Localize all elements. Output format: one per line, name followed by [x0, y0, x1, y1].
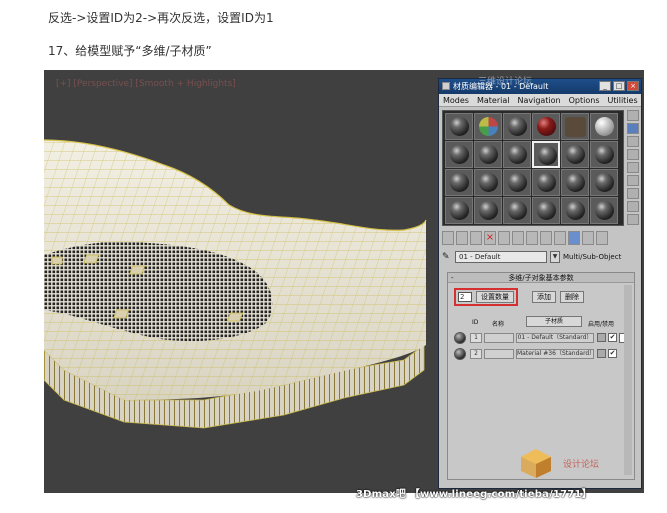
submaterial-enable-checkbox[interactable]: ✔	[608, 333, 617, 342]
count-field[interactable]: 2	[458, 292, 472, 302]
go-to-parent-icon[interactable]	[568, 231, 580, 245]
options-icon[interactable]	[627, 188, 639, 199]
backlight-icon[interactable]	[627, 123, 639, 134]
delete-button[interactable]: 删除	[560, 291, 584, 303]
material-editor-titlebar[interactable]: 材质编辑器 - 01 - Default _ □ ×	[439, 79, 641, 94]
make-unique-icon[interactable]	[498, 231, 510, 245]
sample-slot-active[interactable]	[532, 141, 560, 168]
submaterial-id-field[interactable]: 1	[470, 333, 482, 343]
instruction-line-1: 反选->设置ID为2->再次反选，设置ID为1	[48, 11, 274, 25]
logo-text: 设计论坛	[563, 460, 600, 470]
sample-slot[interactable]	[503, 197, 531, 224]
col-header-name[interactable]: 名称	[492, 319, 504, 328]
menu-material[interactable]: Material	[473, 94, 514, 106]
sample-slot[interactable]	[474, 113, 502, 140]
material-id-channel-icon[interactable]	[526, 231, 538, 245]
submaterial-row: 2 Material #36（Standard） ✔	[454, 348, 630, 361]
sample-slots-grid	[442, 110, 624, 226]
material-toolbar: ×	[442, 231, 627, 247]
material-type-button[interactable]: Multi/Sub-Object	[563, 253, 621, 261]
sample-slot[interactable]	[590, 113, 618, 140]
col-header-id[interactable]: ID	[472, 319, 478, 326]
sample-slot[interactable]	[445, 197, 473, 224]
set-number-button[interactable]: 设置数量	[476, 291, 514, 303]
sample-type-icon[interactable]	[627, 110, 639, 121]
screenshot-3dsmax: [+] [Perspective] [Smooth + Highlights]	[44, 70, 644, 493]
sample-slot[interactable]	[445, 169, 473, 196]
sample-slot[interactable]	[532, 113, 560, 140]
sample-slot[interactable]	[503, 169, 531, 196]
go-forward-to-sibling-icon[interactable]	[582, 231, 594, 245]
eyedropper-icon[interactable]: ✎	[442, 252, 452, 262]
sample-slot[interactable]	[561, 197, 589, 224]
minimize-button[interactable]: _	[599, 81, 611, 91]
menu-bar: Modes Material Navigation Options Utilit…	[439, 94, 641, 107]
submaterial-row: 1 01 - Default（Standard） ✔	[454, 332, 630, 345]
menu-utilities[interactable]: Utilities	[604, 94, 642, 106]
menu-modes[interactable]: Modes	[439, 94, 473, 106]
submaterial-enable-checkbox[interactable]: ✔	[608, 349, 617, 358]
make-preview-icon[interactable]	[627, 175, 639, 186]
add-button[interactable]: 添加	[532, 291, 556, 303]
submaterial-color-swatch[interactable]	[597, 349, 606, 358]
sample-slot[interactable]	[561, 141, 589, 168]
reset-map-icon[interactable]: ×	[484, 231, 496, 245]
show-shaded-material-icon[interactable]	[540, 231, 552, 245]
menu-options[interactable]: Options	[565, 94, 604, 106]
material-name-field[interactable]: 01 - Default	[455, 251, 547, 263]
sample-slot[interactable]	[474, 141, 502, 168]
video-color-check-icon[interactable]	[627, 162, 639, 173]
submaterial-name-field[interactable]	[484, 349, 514, 359]
sample-slot[interactable]	[532, 197, 560, 224]
maximize-button[interactable]: □	[613, 81, 625, 91]
forum-logo	[517, 447, 555, 479]
sample-slot[interactable]	[590, 141, 618, 168]
sample-slot[interactable]	[532, 169, 560, 196]
submaterial-thumbnail[interactable]	[454, 332, 466, 344]
rollout-title: 多维/子对象基本参数	[508, 274, 574, 282]
put-to-library-icon[interactable]	[512, 231, 524, 245]
uv-tiling-icon[interactable]	[627, 149, 639, 160]
sample-slot[interactable]	[445, 141, 473, 168]
sample-slot[interactable]	[474, 197, 502, 224]
submaterial-button[interactable]: Material #36（Standard）	[516, 349, 594, 359]
submaterial-id-field[interactable]: 2	[470, 349, 482, 359]
sample-slot[interactable]	[590, 197, 618, 224]
material-editor-icon	[442, 82, 450, 90]
pick-material-icon[interactable]	[596, 231, 608, 245]
sample-slot[interactable]	[474, 169, 502, 196]
rollout-header[interactable]: - 多维/子对象基本参数	[448, 273, 634, 283]
put-to-scene-icon[interactable]	[456, 231, 468, 245]
chevron-down-icon[interactable]: ▼	[550, 251, 560, 263]
sample-slot[interactable]	[503, 113, 531, 140]
menu-navigation[interactable]: Navigation	[513, 94, 564, 106]
col-header-toggle: 启用/禁用	[588, 321, 615, 328]
select-by-material-icon[interactable]	[627, 201, 639, 212]
submaterial-color-swatch[interactable]	[597, 333, 606, 342]
rollout-scrollbar[interactable]	[624, 285, 632, 475]
sample-slot[interactable]	[590, 169, 618, 196]
background-icon[interactable]	[627, 136, 639, 147]
assign-to-selection-icon[interactable]	[470, 231, 482, 245]
rollout-collapse-toggle[interactable]: -	[451, 273, 454, 283]
submaterial-button[interactable]: 01 - Default（Standard）	[516, 333, 594, 343]
sample-slot[interactable]	[561, 169, 589, 196]
material-editor-window: 材质编辑器 - 01 - Default _ □ × Modes Materia…	[438, 78, 642, 489]
sample-slot[interactable]	[503, 141, 531, 168]
watermark-bottom: 3Dmax吧 【www.lineeg.com/tieba/1771】	[356, 489, 592, 500]
sample-slot[interactable]	[561, 113, 589, 140]
show-end-result-icon[interactable]	[554, 231, 566, 245]
submaterial-thumbnail[interactable]	[454, 348, 466, 360]
sample-slot[interactable]	[445, 113, 473, 140]
material-name-row: ✎ 01 - Default ▼ Multi/Sub-Object	[442, 250, 638, 264]
material-map-navigator-icon[interactable]	[627, 214, 639, 225]
instruction-line-2: 17、给模型赋予“多维/子材质”	[48, 44, 212, 58]
submaterial-name-field[interactable]	[484, 333, 514, 343]
watermark-top: 三维设计论坛	[478, 77, 533, 87]
col-header-submaterial[interactable]: 子材质	[526, 316, 582, 327]
get-material-icon[interactable]	[442, 231, 454, 245]
close-button[interactable]: ×	[627, 81, 639, 91]
